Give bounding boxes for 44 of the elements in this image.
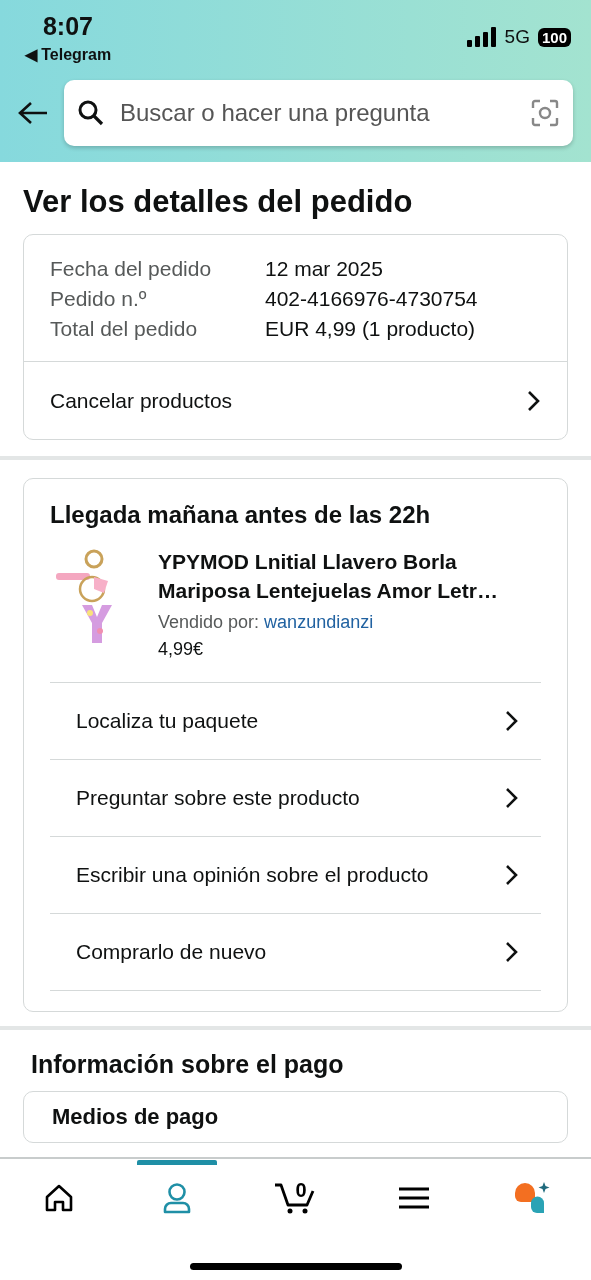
row-label: Preguntar sobre este producto: [76, 785, 360, 810]
section-title: Información sobre el pago: [31, 1049, 345, 1079]
summary-label: Pedido n.º: [50, 287, 148, 311]
signal-icon: [466, 27, 497, 47]
summary-value: 12 mar 2025: [265, 257, 384, 281]
seller-link[interactable]: wanzundianzi: [264, 611, 374, 632]
chevron-right-icon: [505, 709, 519, 732]
order-action-row[interactable]: Preguntar sobre este producto: [50, 758, 541, 836]
network-label: 5G: [504, 26, 530, 48]
card-title: Medios de pago: [52, 1103, 220, 1130]
order-action-row[interactable]: Localiza tu paquete: [50, 681, 541, 759]
cancel-products-row[interactable]: Cancelar productos: [24, 361, 567, 439]
battery-indicator: 100: [537, 27, 571, 47]
summary-value: EUR 4,99 (1 producto): [265, 317, 477, 341]
delivery-title: Llegada mañana antes de las 22h: [50, 501, 432, 529]
row-label: Localiza tu paquete: [76, 708, 259, 733]
chat-bubbles-icon: [512, 1180, 551, 1215]
product-title[interactable]: YPYMOD Lnitial Llavero Borla Mariposa Lentejuelas Amor Letr…: [158, 547, 547, 606]
home-icon: [44, 1182, 75, 1213]
row-label: Comprarlo de nuevo: [76, 939, 267, 964]
chevron-right-icon: [505, 863, 519, 886]
search-icon: [78, 100, 104, 126]
summary-label: Total del pedido: [50, 317, 199, 341]
camera-scan-icon[interactable]: [531, 99, 559, 127]
menu-icon: [398, 1185, 429, 1210]
person-icon: [162, 1181, 193, 1214]
back-arrow-icon[interactable]: [18, 101, 48, 125]
order-action-row[interactable]: Comprarlo de nuevo: [50, 912, 541, 990]
product-price: 4,99€: [158, 638, 205, 660]
clock: 8:07: [42, 12, 93, 41]
seller-line: Vendido por: wanzundianzi: [158, 611, 375, 633]
back-to-app-link[interactable]: ◀ Telegram: [24, 45, 112, 64]
summary-value: 402-4166976-4730754: [265, 287, 479, 311]
row-label: Escribir una opinión sobre el producto: [76, 862, 429, 887]
cart-count: 0: [295, 1179, 307, 1202]
nav-tab[interactable]: 0: [255, 1160, 336, 1230]
search-bar[interactable]: Buscar o hacer una pregunta: [64, 80, 573, 146]
page-title: Ver los detalles del pedido: [23, 184, 414, 220]
summary-label: Fecha del pedido: [50, 257, 213, 281]
chevron-right-icon: [505, 940, 519, 963]
row-label: Cancelar productos: [50, 388, 233, 413]
chevron-right-icon: [527, 389, 541, 412]
order-action-row[interactable]: Escribir una opinión sobre el producto: [50, 835, 541, 913]
chevron-right-icon: [505, 786, 519, 809]
